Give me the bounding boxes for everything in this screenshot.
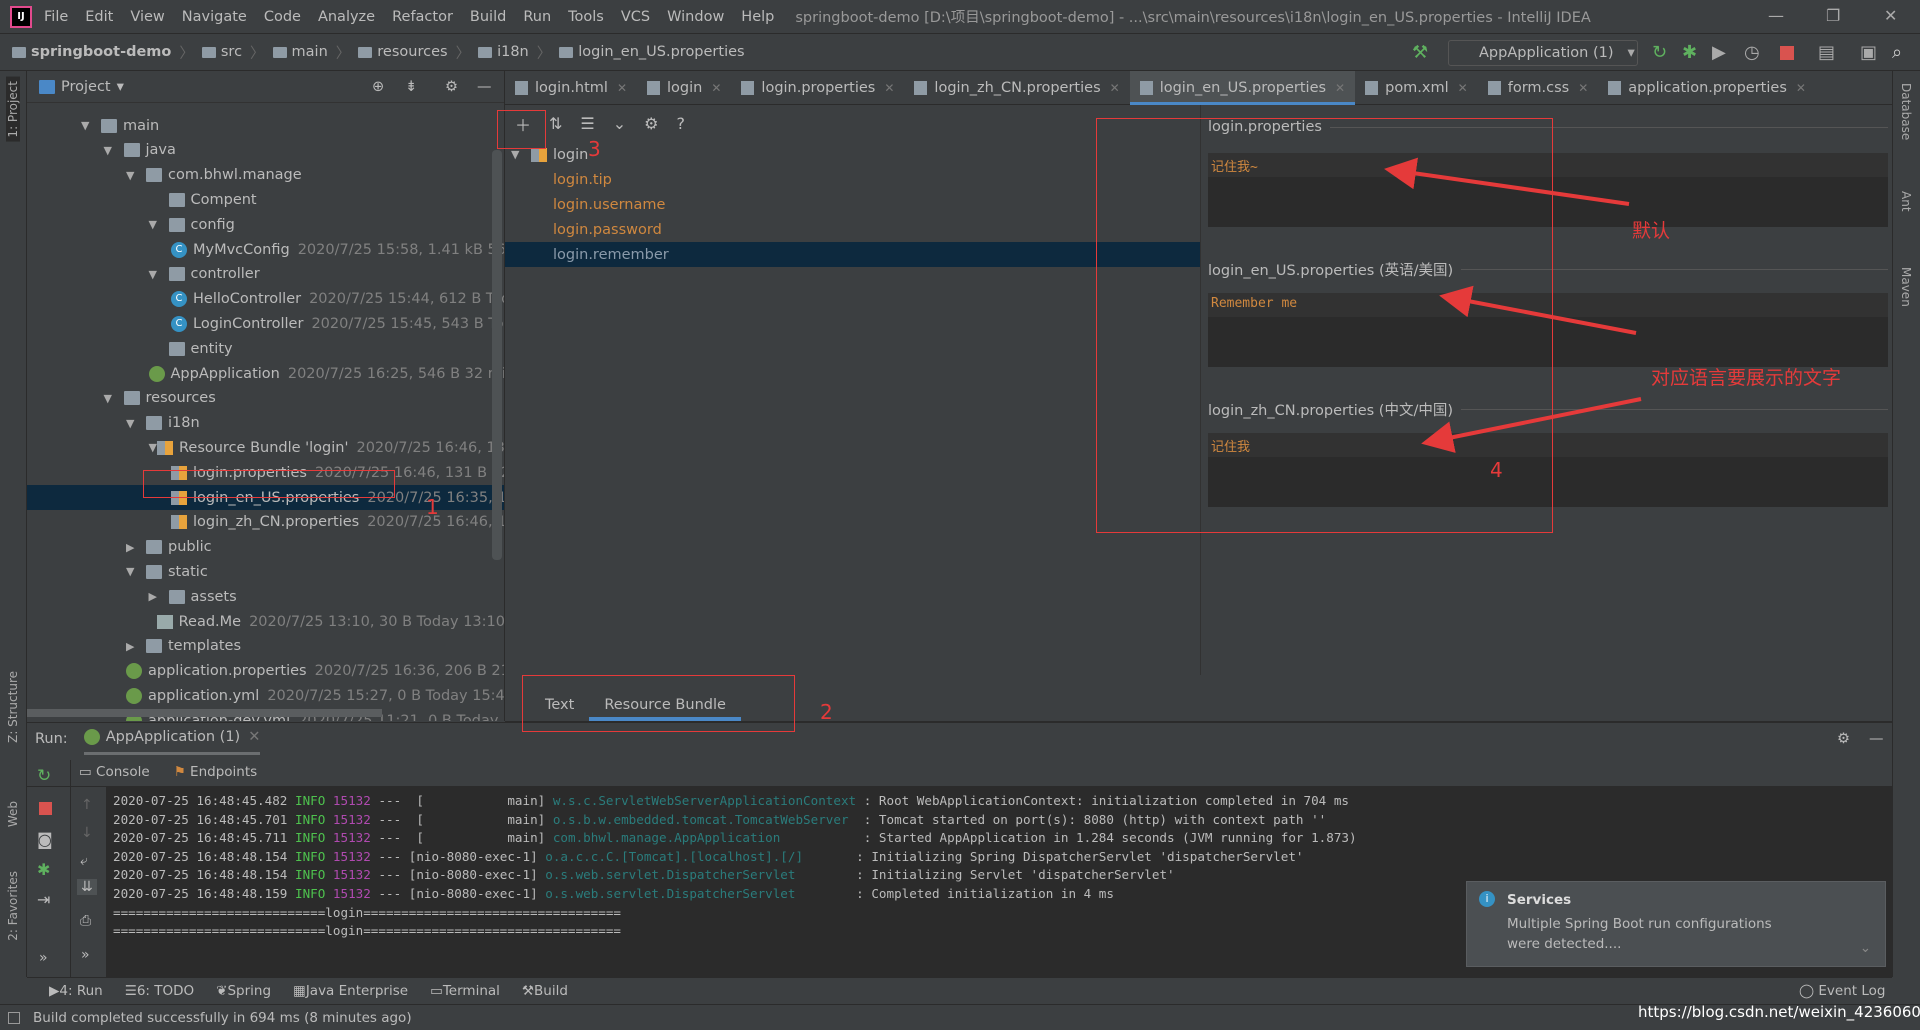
arrow-zh bbox=[1421, 397, 1642, 453]
arrow-default bbox=[1384, 157, 1630, 206]
arrow-en bbox=[1439, 285, 1637, 335]
annotation-arrows bbox=[1384, 157, 1642, 453]
